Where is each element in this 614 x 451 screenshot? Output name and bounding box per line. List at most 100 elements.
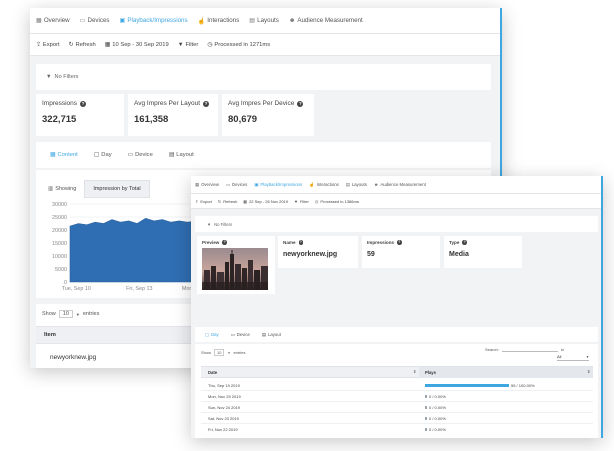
export-button[interactable]: ⇪ Export: [36, 42, 60, 48]
filter-label: Filter: [185, 41, 199, 48]
stat-card-avg-device: Avg Impres Per Device? 80,679: [222, 94, 314, 136]
column-select[interactable]: All ▼: [557, 353, 589, 361]
date-range-button[interactable]: ▦ 10 Sep - 30 Sep 2019: [105, 42, 169, 48]
table-row[interactable]: Sun, Nov 24 2019 0 / 0.00%: [201, 402, 593, 413]
filters-bar[interactable]: ▼ No Filters: [195, 216, 598, 232]
nav-interactions[interactable]: ☝ Interactions: [309, 182, 339, 188]
nav-overview[interactable]: ▦ Overview: [36, 17, 70, 24]
tab-label: Device: [236, 332, 250, 337]
clock-icon: ◷: [207, 41, 213, 48]
tab-layout[interactable]: ▤ Layout: [262, 332, 281, 338]
y-tick-label: 30000: [52, 202, 67, 208]
filters-bar[interactable]: ▼ No Filters: [36, 64, 491, 90]
row-plays: 0 / 0.00%: [429, 393, 446, 399]
nav-interactions[interactable]: ☝ Interactions: [198, 17, 240, 25]
nav-label: Devices: [232, 182, 248, 187]
tab-day[interactable]: ▢ Day: [94, 152, 112, 158]
sort-icon[interactable]: ⇕: [587, 369, 590, 374]
subtab-showing[interactable]: ▥ Showing: [44, 183, 80, 195]
help-icon[interactable]: ?: [203, 100, 209, 107]
stat-label-text: Avg Impres Per Layout: [134, 100, 200, 107]
stat-card-impressions: Impressions? 322,715: [36, 94, 124, 136]
search-input[interactable]: [501, 346, 558, 352]
breakdown-tabs: ▦ Content ▢ Day ▭ Device ▤ Layout: [36, 142, 491, 168]
nav-audience-measurement[interactable]: ☻ Audience Measurement: [374, 182, 426, 187]
play-icon: ▣: [119, 17, 126, 24]
table-row[interactable]: Mon, Nov 25 2019 0 / 0.00%: [201, 391, 593, 402]
entries-control: Show 10 ▼ entries: [201, 349, 245, 356]
table-header: Date ⇕ Plays ⇕: [201, 366, 593, 378]
table-row[interactable]: Fri, Nov 22 2019 0 / 0.00%: [201, 424, 593, 435]
filter-button[interactable]: ▼ Filter: [178, 42, 199, 48]
table-row[interactable]: newyorknew.jpg: [50, 354, 96, 361]
tab-device[interactable]: ▭ Device: [231, 332, 250, 338]
tab-label: Content: [57, 152, 78, 158]
chart-icon: ▥: [48, 186, 54, 192]
processed-time: ◷ Processed in 1271ms: [207, 42, 270, 48]
show-label: Show: [42, 311, 56, 317]
filter-label: Filter: [299, 198, 309, 204]
nav-layouts[interactable]: ▤ Layouts: [346, 182, 367, 188]
entries-select[interactable]: 10: [58, 310, 73, 318]
hand-icon: ☝: [309, 181, 315, 187]
tab-label: Day: [211, 332, 219, 337]
help-icon[interactable]: ?: [298, 240, 304, 245]
hand-icon: ☝: [197, 17, 206, 25]
help-icon[interactable]: ?: [397, 240, 402, 245]
stat-label-text: Avg Impres Per Device: [228, 100, 295, 107]
search-control: Search: in: [485, 346, 564, 352]
nav-layouts[interactable]: ▤ Layouts: [249, 17, 279, 24]
filter-button[interactable]: ▼ Filter: [294, 199, 309, 204]
export-button[interactable]: ⇪ Export: [195, 199, 212, 204]
column-date[interactable]: Date: [208, 370, 217, 375]
export-label: Export: [42, 41, 60, 48]
plays-bar: [425, 417, 427, 420]
refresh-icon: ↻: [217, 198, 222, 204]
help-icon[interactable]: ?: [297, 100, 304, 107]
date-range-button[interactable]: ▦ 22 Sep - 26 Nov 2019: [243, 199, 288, 204]
row-date: Thu, Sep 19 2019: [208, 383, 240, 388]
x-tick-label: Tue, Sep 10: [62, 286, 91, 292]
people-icon: ☻: [373, 182, 379, 187]
name-value: newyorknew.jpg: [283, 251, 338, 258]
filter-icon: ▼: [177, 41, 184, 48]
x-tick-label: Fri, Sep 13: [126, 286, 152, 292]
table-header-item[interactable]: Item: [36, 326, 196, 344]
dashboard-icon: ▦: [36, 17, 42, 24]
filters-row: ▼ No Filters: [207, 222, 232, 227]
impressions-value: 59: [367, 251, 375, 258]
nav-playback-impressions[interactable]: ▣ Playback/Impressions: [120, 17, 188, 24]
nav-devices[interactable]: ▭ Devices: [80, 17, 110, 24]
subtab-impression-by-total[interactable]: Impression by Total: [84, 180, 150, 198]
toolbar: ⇪ Export ↻ Refresh ▦ 10 Sep - 30 Sep 2019 ▼…: [30, 34, 500, 56]
tab-day[interactable]: ▢ Day: [205, 332, 219, 338]
search-label: Search:: [485, 346, 499, 352]
preview-label-row: Preview?: [202, 240, 270, 245]
plays-bar: [425, 406, 427, 409]
nav-playback-impressions[interactable]: ▣ Playback/Impressions: [254, 182, 302, 188]
nav-audience-measurement[interactable]: ☻ Audience Measurement: [289, 17, 363, 24]
tab-content[interactable]: ▦ Content: [50, 152, 78, 158]
column-item-label: Item: [44, 332, 56, 338]
entries-select[interactable]: 10: [214, 349, 225, 356]
sort-icon[interactable]: ⇕: [413, 369, 416, 374]
dashboard-icon: ▦: [195, 181, 200, 187]
clock-icon: ◷: [314, 198, 319, 204]
refresh-button[interactable]: ↻ Refresh: [218, 199, 237, 204]
nav-devices[interactable]: ▭ Devices: [226, 182, 247, 188]
column-plays[interactable]: Plays: [425, 370, 436, 375]
tab-layout[interactable]: ▤ Layout: [169, 152, 194, 158]
help-icon[interactable]: ?: [462, 240, 467, 245]
refresh-button[interactable]: ↻ Refresh: [69, 42, 96, 48]
tab-label: Device: [135, 152, 153, 158]
nav-overview[interactable]: ▦ Overview: [195, 182, 219, 188]
nav-label: Playback/Impressions: [260, 182, 303, 187]
help-icon[interactable]: ?: [80, 100, 87, 107]
table-row[interactable]: Thu, Sep 19 2019 55 / 100.00%: [201, 380, 593, 391]
tab-device[interactable]: ▭ Device: [128, 152, 153, 158]
table-row[interactable]: Sat, Nov 23 2019 0 / 0.00%: [201, 413, 593, 424]
preview-image[interactable]: [202, 248, 268, 290]
help-icon[interactable]: ?: [222, 240, 227, 245]
entries-control: Show 10 ▼ entries: [42, 310, 99, 318]
plays-bar: [425, 384, 509, 387]
